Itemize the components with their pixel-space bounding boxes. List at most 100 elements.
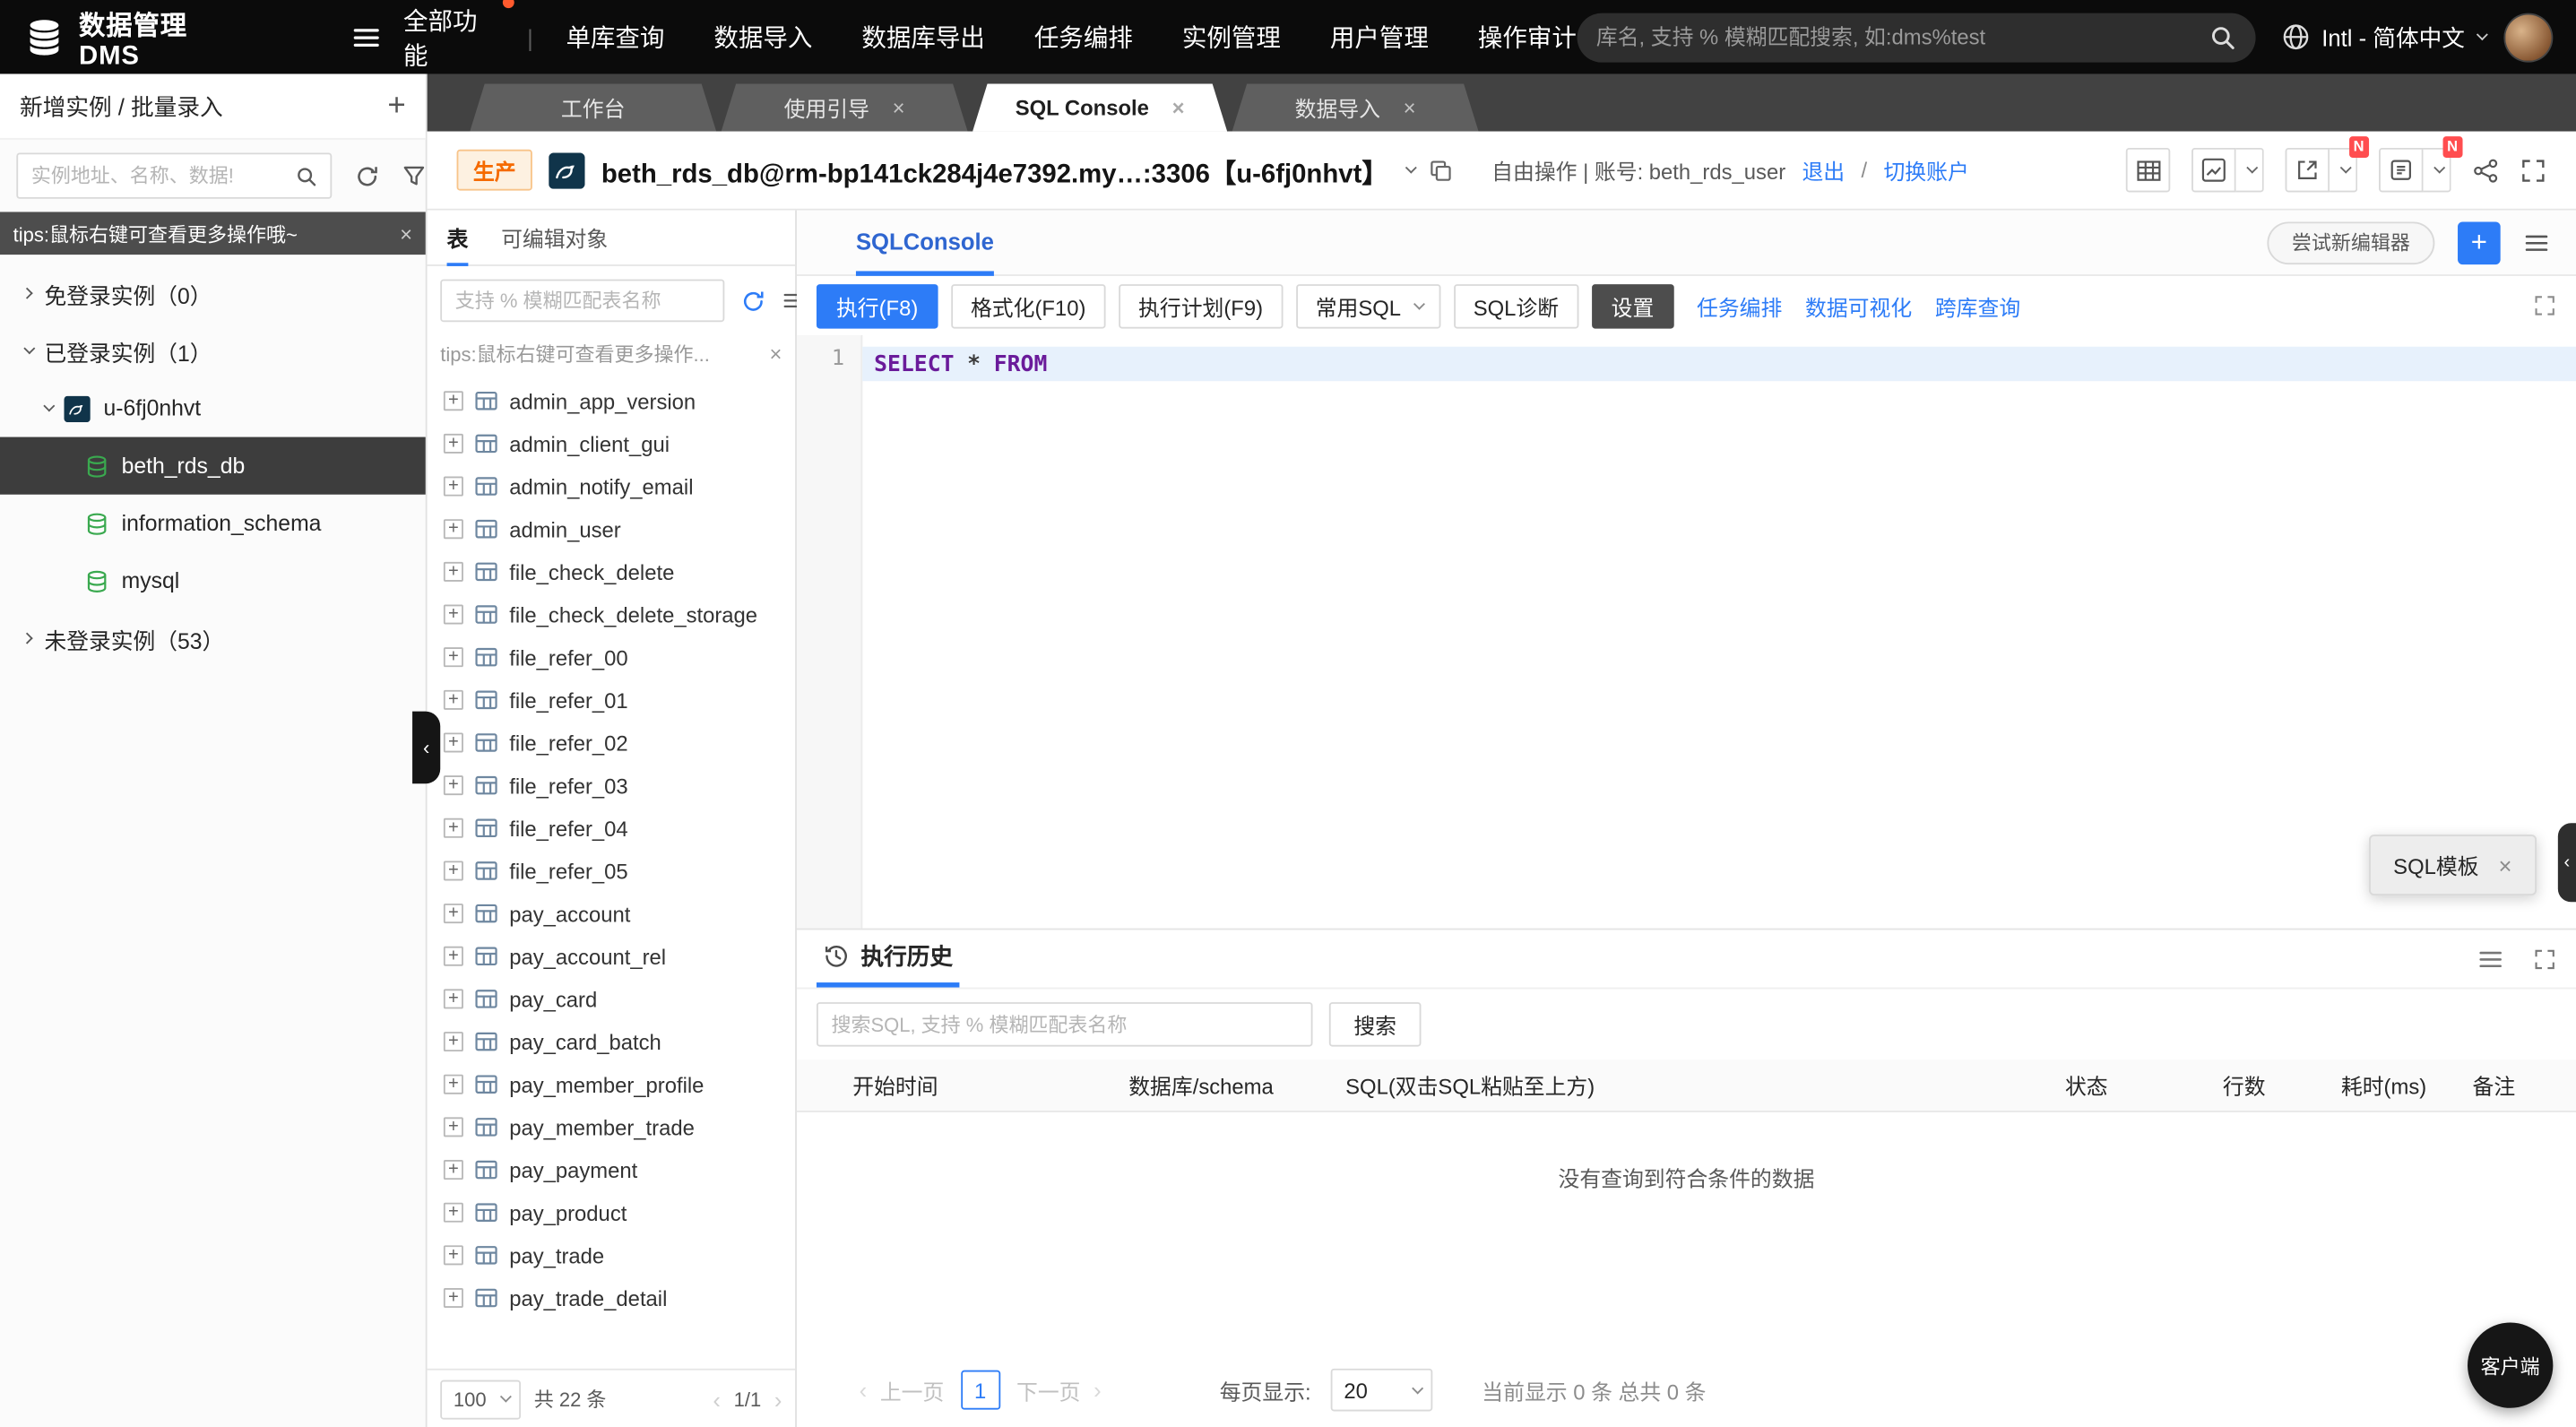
table-row[interactable]: + admin_client_gui [428,422,796,465]
table-row[interactable]: + pay_trade_detail [428,1276,796,1319]
table-row[interactable]: + file_refer_05 [428,850,796,893]
table-row[interactable]: + pay_payment [428,1148,796,1191]
settings-button[interactable]: 设置 [1591,283,1674,328]
instance-search-input[interactable] [30,164,286,187]
table-row[interactable]: + admin_user [428,507,796,550]
sql-editor[interactable]: 1 SELECT * FROM SQL模板 × ‹ [796,334,2576,929]
expand-icon[interactable]: + [443,1074,463,1094]
close-icon[interactable]: × [893,95,905,119]
sqlconsole-tab[interactable]: SQLConsole [855,212,994,276]
table-row[interactable]: + file_check_delete [428,550,796,593]
sql-line-1[interactable]: SELECT * FROM [862,346,2576,382]
top-nav-item[interactable]: 数据导入 [713,20,812,54]
tree-group-unlogged-instances[interactable]: 未登录实例（53） [0,610,426,667]
all-features-menu[interactable]: 全部功能 [403,0,514,72]
explain-button[interactable]: 执行计划(F9) [1119,283,1284,328]
next-page-icon[interactable]: › [774,1386,782,1412]
add-instance-plus-button[interactable]: + [387,91,405,122]
expand-icon[interactable]: + [443,1202,463,1223]
expand-icon[interactable]: + [443,732,463,753]
task-orchestration-link[interactable]: 任务编排 [1697,290,1782,322]
tree-group-logged-instances[interactable]: 已登录实例（1） [0,322,426,379]
prev-page-icon[interactable]: ‹ [713,1386,721,1412]
refresh-icon[interactable] [355,163,379,187]
table-search-input[interactable] [454,289,710,313]
add-console-button[interactable]: + [2458,221,2501,264]
console-menu-icon[interactable] [2523,229,2549,255]
hamburger-menu-icon[interactable] [350,22,380,52]
table-row[interactable]: + file_check_delete_storage [428,593,796,636]
add-instance-label[interactable]: 新增实例 / 批量录入 [20,90,223,123]
copy-icon[interactable] [1430,159,1453,182]
expand-icon[interactable]: + [443,647,463,668]
table-row[interactable]: + file_refer_00 [428,636,796,679]
format-button[interactable]: 格式化(F10) [950,283,1106,328]
prev-page-button[interactable]: 上一页 [880,1374,945,1405]
table-row[interactable]: + pay_card [428,978,796,1021]
common-sql-dropdown[interactable]: 常用SQL [1295,283,1441,328]
expand-icon[interactable]: + [443,989,463,1009]
table-row[interactable]: + pay_trade [428,1234,796,1277]
table-row[interactable]: + file_refer_04 [428,807,796,850]
global-search-input[interactable] [1595,24,2197,49]
expand-icon[interactable]: + [443,476,463,497]
table-row[interactable]: + pay_account_rel [428,935,796,978]
next-page-icon[interactable]: › [1094,1377,1102,1403]
right-panel-collapse-handle[interactable]: ‹ [2557,823,2576,903]
tab-guide[interactable]: 使用引导 × [722,83,968,131]
execute-button[interactable]: 执行(F8) [816,283,938,328]
next-page-button[interactable]: 下一页 [1016,1374,1081,1405]
expand-icon[interactable]: + [443,433,463,454]
data-visualization-link[interactable]: 数据可视化 [1805,290,1912,322]
tab-tables[interactable]: 表 [446,211,469,266]
per-page-select[interactable]: 20 [1330,1368,1433,1412]
expand-icon[interactable]: + [443,1117,463,1137]
expand-icon[interactable]: + [443,1032,463,1052]
tree-instance-node[interactable]: u-6fj0nhvt [0,379,426,437]
sql-template-chip[interactable]: SQL模板 × [2368,835,2537,895]
expand-icon[interactable]: + [443,861,463,881]
search-icon[interactable] [296,165,317,186]
top-nav-item[interactable]: 操作审计 [1478,20,1577,54]
close-icon[interactable]: × [770,342,782,366]
client-fab-button[interactable]: 客户端 [2468,1322,2554,1408]
expand-icon[interactable]: + [443,946,463,966]
avatar[interactable] [2503,12,2554,62]
editor-code-area[interactable]: SELECT * FROM [862,335,2576,929]
search-icon[interactable] [2210,24,2236,50]
table-row[interactable]: + admin_app_version [428,379,796,422]
tree-group-free-instances[interactable]: 免登录实例（0） [0,264,426,322]
expand-icon[interactable]: + [443,519,463,540]
tab-editable-objects[interactable]: 可编辑对象 [501,211,608,266]
history-search-button[interactable]: 搜索 [1328,1002,1422,1047]
table-row[interactable]: + file_refer_03 [428,764,796,807]
page-size-select[interactable]: 100 [440,1379,522,1419]
share-icon[interactable] [2473,157,2499,183]
tab-workbench[interactable]: 工作台 [470,83,716,131]
top-nav-item[interactable]: 任务编排 [1034,20,1133,54]
chevron-down-icon[interactable] [2235,147,2264,193]
close-icon[interactable]: × [1172,95,1185,119]
fullscreen-icon[interactable] [2520,157,2546,183]
table-row[interactable]: + pay_member_profile [428,1063,796,1106]
expand-icon[interactable]: + [443,817,463,838]
history-search-input[interactable] [831,1012,1298,1036]
editor-fullscreen-icon[interactable] [2533,294,2556,317]
tree-database-selected[interactable]: beth_rds_db [0,437,426,495]
switch-account-link[interactable]: 切换账户 [1883,154,1968,186]
table-row[interactable]: + admin_notify_email [428,465,796,508]
expand-icon[interactable]: + [443,1160,463,1181]
table-row[interactable]: + pay_product [428,1191,796,1234]
chart-icon[interactable] [2191,147,2236,193]
history-tab[interactable]: 执行历史 [816,930,960,988]
expand-icon[interactable]: + [443,391,463,411]
tree-database[interactable]: mysql [0,552,426,610]
expand-icon[interactable]: + [443,604,463,625]
prev-page-icon[interactable]: ‹ [860,1377,868,1403]
tab-sql-console[interactable]: SQL Console × [972,83,1227,131]
top-nav-item[interactable]: 实例管理 [1182,20,1281,54]
table-row[interactable]: + file_refer_01 [428,679,796,722]
history-menu-icon[interactable] [2477,946,2503,972]
expand-icon[interactable]: + [443,561,463,582]
expand-icon[interactable]: + [443,1288,463,1308]
